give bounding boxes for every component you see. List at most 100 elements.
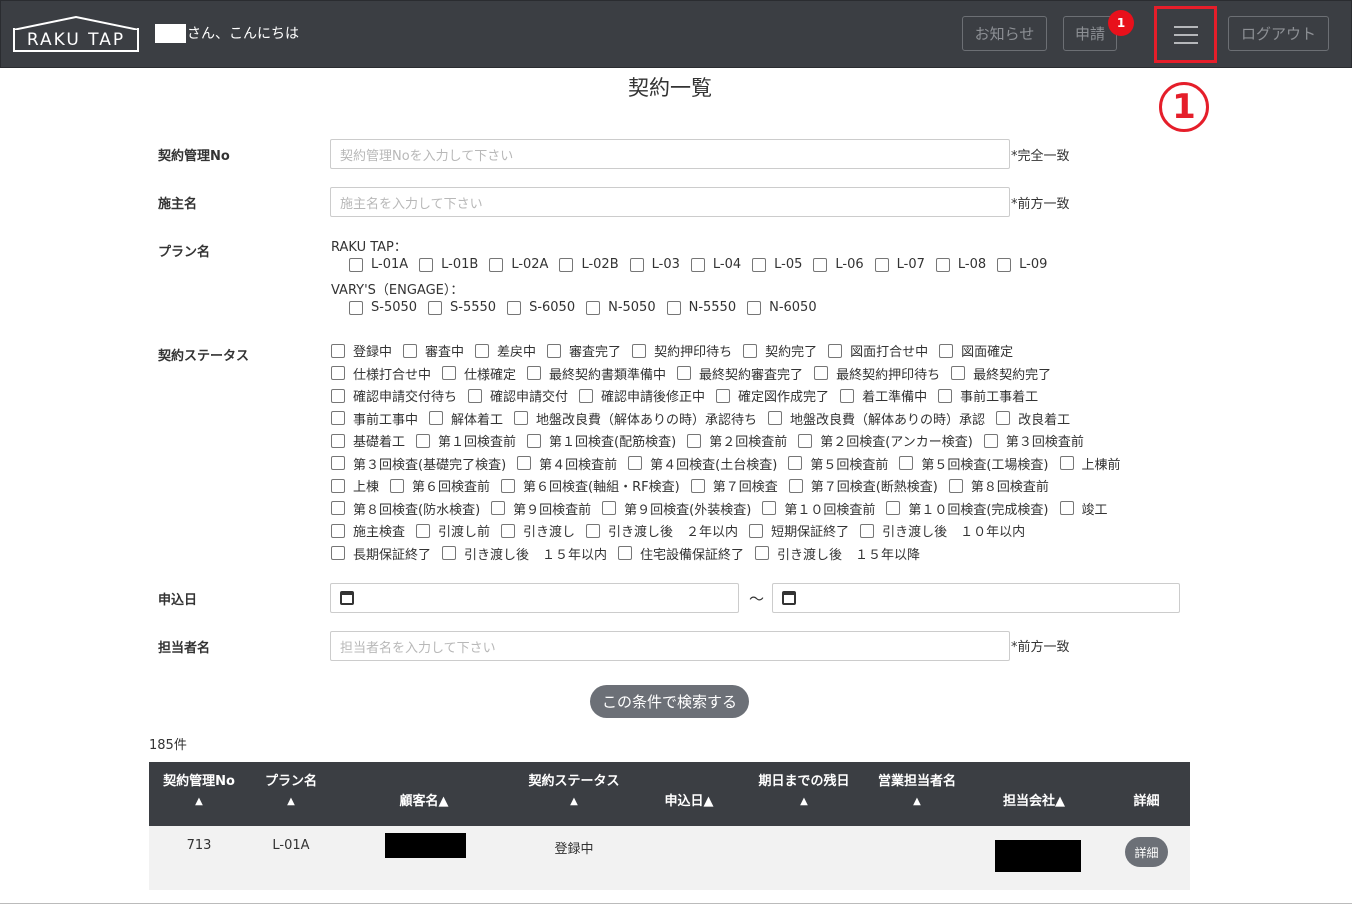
col-apply-date[interactable]: 申込日▲ xyxy=(649,792,729,812)
checkbox[interactable] xyxy=(618,546,633,560)
checkbox-option[interactable]: 登録中 xyxy=(331,341,392,360)
checkbox-option[interactable]: 第４回検査前 xyxy=(517,454,617,473)
checkbox[interactable] xyxy=(886,501,901,515)
checkbox[interactable] xyxy=(331,433,345,448)
checkbox[interactable] xyxy=(752,257,767,272)
checkbox[interactable] xyxy=(828,343,843,358)
checkbox-option[interactable]: 第２回検査前 xyxy=(687,431,787,450)
detail-button[interactable]: 詳細 xyxy=(1125,837,1168,867)
col-company[interactable]: 担当会社▲ xyxy=(989,792,1079,812)
checkbox[interactable] xyxy=(814,366,829,380)
checkbox[interactable] xyxy=(628,456,643,470)
checkbox[interactable] xyxy=(442,546,457,560)
checkbox-option[interactable]: 第７回検査 xyxy=(690,476,778,495)
checkbox[interactable] xyxy=(788,478,803,493)
checkbox[interactable] xyxy=(743,343,758,358)
checkbox[interactable] xyxy=(762,501,777,515)
checkbox-option[interactable]: 長期保証終了 xyxy=(331,544,431,563)
checkbox-option[interactable]: 第５回検査(工場検査) xyxy=(899,454,1049,473)
checkbox[interactable] xyxy=(935,257,950,272)
checkbox[interactable] xyxy=(951,366,966,380)
checkbox[interactable] xyxy=(416,523,431,538)
checkbox-option[interactable]: 第１回検査前 xyxy=(416,431,516,450)
checkbox-option[interactable]: L-05 xyxy=(752,257,802,272)
checkbox-option[interactable]: 施主検査 xyxy=(331,521,405,540)
checkbox-option[interactable]: L-04 xyxy=(690,257,741,272)
checkbox-option[interactable]: L-01B xyxy=(419,257,478,272)
checkbox-option[interactable]: 事前工事中 xyxy=(331,409,418,428)
checkbox[interactable] xyxy=(938,388,953,403)
col-status[interactable]: 契約ステータス ▲ xyxy=(509,772,639,812)
checkbox[interactable] xyxy=(586,523,601,538)
checkbox[interactable] xyxy=(331,501,345,515)
col-plan[interactable]: プラン名 ▲ xyxy=(251,772,331,812)
checkbox-option[interactable]: 第５回検査前 xyxy=(788,454,888,473)
checkbox[interactable] xyxy=(716,388,731,403)
checkbox[interactable] xyxy=(349,300,363,315)
checkbox-option[interactable]: 解体着工 xyxy=(429,409,503,428)
checkbox[interactable] xyxy=(768,411,783,425)
checkbox[interactable] xyxy=(747,300,762,315)
checkbox[interactable] xyxy=(468,388,483,403)
checkbox-option[interactable]: 第３回検査前 xyxy=(983,431,1084,450)
checkbox[interactable] xyxy=(579,388,594,403)
checkbox-option[interactable]: 最終契約書類準備中 xyxy=(527,364,666,383)
checkbox-option[interactable]: 最終契約押印待ち xyxy=(814,364,940,383)
checkbox[interactable] xyxy=(559,257,574,272)
checkbox-option[interactable]: 改良着工 xyxy=(996,409,1070,428)
checkbox[interactable] xyxy=(331,546,345,560)
checkbox[interactable] xyxy=(749,523,764,538)
checkbox[interactable] xyxy=(690,478,705,493)
checkbox[interactable] xyxy=(331,478,345,493)
checkbox[interactable] xyxy=(899,456,914,470)
checkbox-option[interactable]: L-06 xyxy=(813,257,864,272)
apply-date-from-input[interactable] xyxy=(330,583,739,613)
notice-button[interactable]: お知らせ xyxy=(962,16,1047,51)
raku-tap-logo[interactable]: RAKU TAP xyxy=(13,16,139,52)
checkbox-option[interactable]: N-5050 xyxy=(586,300,656,315)
checkbox[interactable] xyxy=(602,501,617,515)
checkbox[interactable] xyxy=(489,257,504,272)
checkbox-option[interactable]: 地盤改良費（解体ありの時）承認待ち xyxy=(514,409,757,428)
checkbox[interactable] xyxy=(788,456,803,470)
checkbox[interactable] xyxy=(632,343,647,358)
checkbox[interactable] xyxy=(429,411,444,425)
checkbox[interactable] xyxy=(690,257,705,272)
checkbox-option[interactable]: 第９回検査前 xyxy=(491,499,591,518)
checkbox-option[interactable]: 図面打合せ中 xyxy=(828,341,928,360)
checkbox[interactable] xyxy=(860,523,875,538)
checkbox-option[interactable]: 第７回検査(断熱検査) xyxy=(788,476,938,495)
checkbox[interactable] xyxy=(996,411,1011,425)
checkbox[interactable] xyxy=(501,523,516,538)
checkbox[interactable] xyxy=(514,411,529,425)
checkbox-option[interactable]: 図面確定 xyxy=(939,341,1013,360)
checkbox-option[interactable]: 確定図作成完了 xyxy=(716,386,829,405)
checkbox-option[interactable]: 確認申請交付待ち xyxy=(331,386,457,405)
checkbox[interactable] xyxy=(840,388,855,403)
checkbox[interactable] xyxy=(948,478,963,493)
checkbox-option[interactable]: 事前工事着工 xyxy=(938,386,1038,405)
checkbox-option[interactable]: 審査中 xyxy=(403,341,464,360)
checkbox[interactable] xyxy=(517,456,532,470)
checkbox-option[interactable]: L-02B xyxy=(559,257,619,272)
checkbox[interactable] xyxy=(428,300,443,315)
checkbox-option[interactable]: 審査完了 xyxy=(547,341,621,360)
checkbox[interactable] xyxy=(475,343,490,358)
checkbox-option[interactable]: 基礎着工 xyxy=(331,431,405,450)
checkbox-option[interactable]: 仕様打合せ中 xyxy=(331,364,431,383)
checkbox-option[interactable]: 契約押印待ち xyxy=(632,341,732,360)
checkbox[interactable] xyxy=(442,366,457,380)
staff-name-input[interactable]: 担当者名を入力して下さい xyxy=(330,631,1010,661)
checkbox[interactable] xyxy=(983,433,998,448)
checkbox[interactable] xyxy=(331,456,345,470)
checkbox[interactable] xyxy=(527,433,542,448)
checkbox[interactable] xyxy=(527,366,542,380)
checkbox[interactable] xyxy=(1059,501,1074,515)
checkbox-option[interactable]: 契約完了 xyxy=(743,341,817,360)
checkbox[interactable] xyxy=(331,366,345,380)
checkbox-option[interactable]: 第１０回検査前 xyxy=(762,499,875,518)
checkbox-option[interactable]: 引き渡し後 １５年以内 xyxy=(442,544,607,563)
checkbox-option[interactable]: L-03 xyxy=(629,257,680,272)
checkbox-option[interactable]: L-07 xyxy=(874,257,925,272)
checkbox-option[interactable]: 最終契約完了 xyxy=(951,364,1051,383)
